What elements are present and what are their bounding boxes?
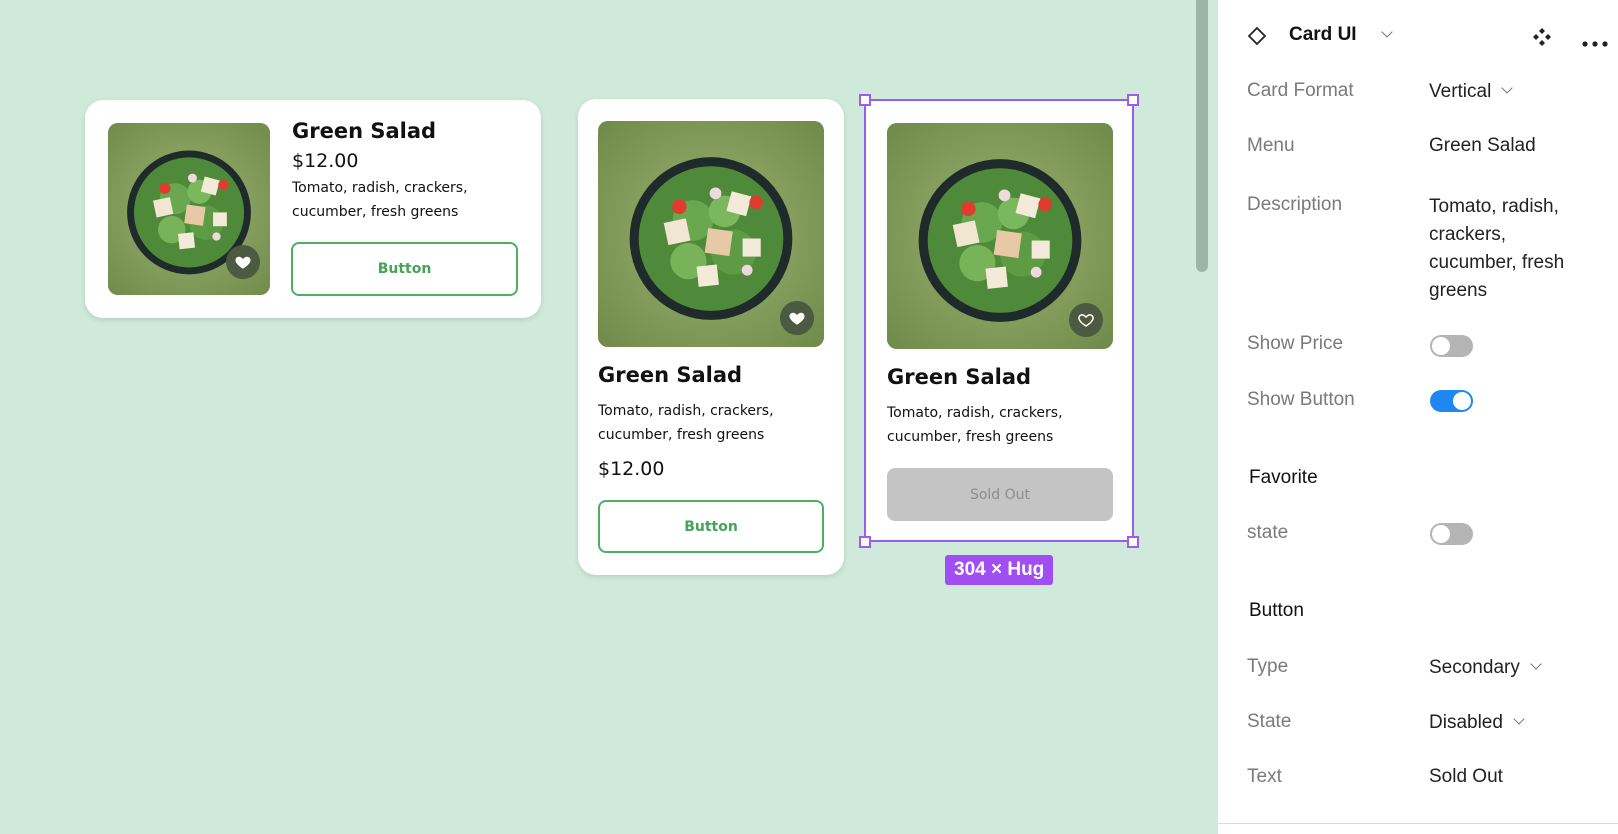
card-description: Tomato, radish, crackers, cucumber, fres… bbox=[292, 180, 468, 220]
show-button-label: Show Button bbox=[1247, 389, 1355, 410]
card-title: Green Salad bbox=[598, 363, 743, 387]
card-selected[interactable]: Green Salad Tomato, radish, crackers, cu… bbox=[866, 101, 1132, 540]
canvas-scrollbar[interactable] bbox=[1196, 0, 1208, 272]
favorite-state-toggle[interactable] bbox=[1430, 523, 1473, 545]
card-horizontal[interactable]: Green Salad $12.00 Tomato, radish, crack… bbox=[85, 100, 541, 318]
card-title: Green Salad bbox=[292, 119, 437, 143]
button-type-label: Type bbox=[1247, 656, 1289, 677]
size-badge: 304 × Hug bbox=[945, 555, 1054, 585]
favorite-heart-icon[interactable] bbox=[226, 245, 260, 279]
button-text-value[interactable]: Sold Out bbox=[1429, 766, 1503, 788]
component-instance-icon[interactable] bbox=[1532, 27, 1552, 47]
favorite-heart-icon[interactable] bbox=[780, 301, 814, 335]
button-state-dropdown[interactable]: Disabled bbox=[1429, 712, 1525, 734]
chevron-down-icon bbox=[1530, 658, 1542, 670]
card-button[interactable]: Button bbox=[291, 242, 518, 296]
sold-out-button[interactable]: Sold Out bbox=[887, 468, 1113, 521]
show-button-toggle[interactable] bbox=[1430, 390, 1473, 412]
properties-panel: Card UI Card Format Vertical Menu Green … bbox=[1218, 0, 1618, 834]
description-value[interactable]: Tomato, radish, crackers, cucumber, fres… bbox=[1429, 193, 1564, 305]
component-diamond-icon bbox=[1247, 26, 1267, 46]
favorite-heart-outline-icon[interactable] bbox=[1069, 303, 1103, 337]
description-label: Description bbox=[1247, 194, 1343, 215]
card-format-dropdown[interactable]: Vertical bbox=[1429, 81, 1513, 103]
button-type-dropdown[interactable]: Secondary bbox=[1429, 657, 1542, 679]
panel-divider bbox=[1218, 823, 1618, 824]
component-name[interactable]: Card UI bbox=[1289, 24, 1357, 46]
card-description: Tomato, radish, crackers, cucumber, fres… bbox=[887, 405, 1063, 445]
chevron-down-icon[interactable] bbox=[1371, 26, 1393, 46]
button-section-title: Button bbox=[1249, 600, 1304, 621]
menu-value[interactable]: Green Salad bbox=[1429, 135, 1536, 157]
card-vertical[interactable]: Green Salad Tomato, radish, crackers, cu… bbox=[578, 99, 844, 575]
card-price: $12.00 bbox=[292, 150, 359, 172]
card-button[interactable]: Button bbox=[598, 500, 824, 553]
card-title: Green Salad bbox=[887, 365, 1032, 389]
menu-label: Menu bbox=[1247, 135, 1295, 156]
design-canvas[interactable]: Green Salad $12.00 Tomato, radish, crack… bbox=[0, 0, 1218, 834]
favorite-section-title: Favorite bbox=[1249, 467, 1318, 488]
resize-handle-top-right[interactable] bbox=[1127, 94, 1139, 106]
card-price: $12.00 bbox=[598, 458, 665, 480]
resize-handle-top-left[interactable] bbox=[859, 94, 871, 106]
button-text-label: Text bbox=[1247, 766, 1282, 787]
chevron-down-icon bbox=[1501, 82, 1513, 94]
chevron-down-icon bbox=[1513, 713, 1525, 725]
resize-handle-bottom-right[interactable] bbox=[1127, 536, 1139, 548]
card-format-label: Card Format bbox=[1247, 80, 1354, 101]
show-price-label: Show Price bbox=[1247, 333, 1344, 354]
show-price-toggle[interactable] bbox=[1430, 335, 1473, 357]
resize-handle-bottom-left[interactable] bbox=[859, 536, 871, 548]
favorite-state-label: state bbox=[1247, 522, 1289, 543]
card-description: Tomato, radish, crackers, cucumber, fres… bbox=[598, 403, 774, 443]
more-options-icon[interactable] bbox=[1582, 34, 1610, 47]
button-state-label: State bbox=[1247, 711, 1292, 732]
